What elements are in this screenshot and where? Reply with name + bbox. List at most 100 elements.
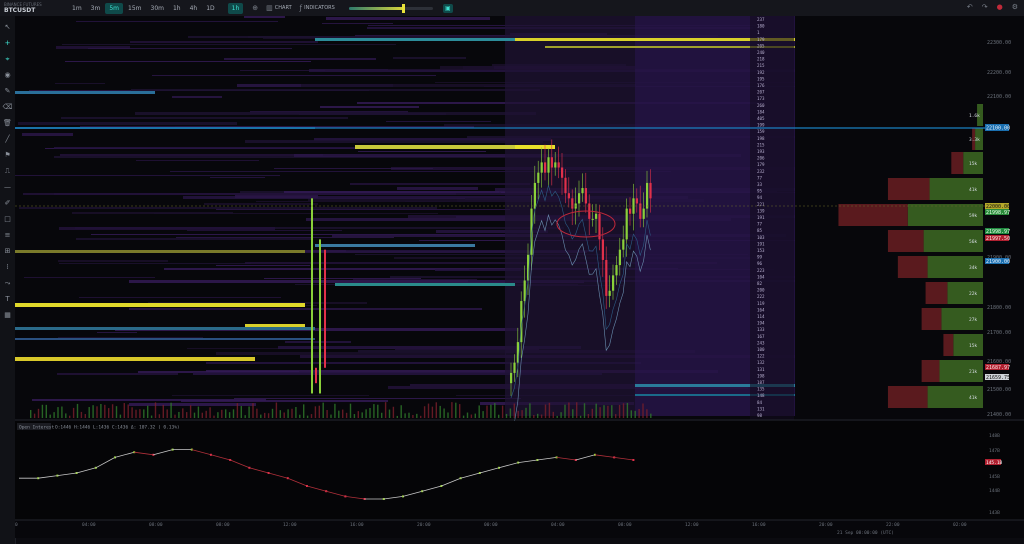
vertical-line-icon[interactable]: ⁞ xyxy=(2,262,13,273)
volume-bar xyxy=(622,403,625,418)
path-icon[interactable]: ⤳ xyxy=(2,278,13,289)
chart-canvas[interactable]: 1.6k 3.3k 15k 41k 59k 56k 34k 22k 27k 15k 21k 41k 2… xyxy=(15,16,1024,538)
book-label: 96 xyxy=(757,261,763,266)
volume-bar xyxy=(72,407,75,418)
record-icon[interactable]: ● xyxy=(997,3,1003,11)
timeframe-5m[interactable]: 5m xyxy=(105,2,124,14)
volume-bar xyxy=(349,403,352,418)
eraser-icon[interactable]: ⌫ xyxy=(2,102,13,113)
volume-bar xyxy=(65,413,67,418)
volume-bar xyxy=(123,403,125,418)
slider-fill xyxy=(348,6,404,10)
eye-icon[interactable]: ◉ xyxy=(2,70,13,81)
heatmap-band xyxy=(187,230,342,231)
crosshair-tool-icon[interactable]: + xyxy=(2,38,13,49)
volume-bar xyxy=(529,403,531,418)
volume-bar xyxy=(322,402,324,418)
vp-buy-bar xyxy=(947,282,983,304)
oi-tick: 145B xyxy=(989,474,1000,480)
candle-body xyxy=(554,162,557,168)
heatmap-band xyxy=(58,260,168,262)
vp-label: 34k xyxy=(969,265,977,271)
candle-body xyxy=(561,167,564,178)
liquidity-level xyxy=(15,338,315,340)
symbol-selector[interactable]: BINANCE FUTURES BTCUSDT xyxy=(0,2,68,14)
book-label: 205 xyxy=(757,43,765,48)
settings-icon[interactable]: ⚙ xyxy=(1012,3,1018,11)
candle-body xyxy=(622,239,625,250)
text-icon[interactable]: T xyxy=(2,294,13,305)
volume-bar xyxy=(41,404,44,418)
trash-icon[interactable]: 🗑 xyxy=(2,118,13,129)
rectangle-icon[interactable]: □ xyxy=(2,214,13,225)
ruler-icon[interactable]: ⎍ xyxy=(2,166,13,177)
time-tick: 08:00 xyxy=(149,522,163,528)
flag-icon[interactable]: ⚑ xyxy=(2,150,13,161)
fib-icon[interactable]: ≡ xyxy=(2,230,13,241)
timeframe-1m[interactable]: 1m xyxy=(68,3,86,14)
volume-bar xyxy=(435,402,437,418)
volume-bar xyxy=(525,407,527,418)
heatmap-band xyxy=(130,41,318,43)
volume-bar xyxy=(416,413,418,418)
indicators-button[interactable]: ƒ INDICATORS xyxy=(300,4,335,12)
candle-body xyxy=(550,157,553,168)
crosshair-button[interactable]: ⊕ xyxy=(252,4,258,12)
volume-bar xyxy=(447,412,449,418)
timeframe-1D[interactable]: 1D xyxy=(202,3,218,14)
horizontal-line-icon[interactable]: — xyxy=(2,182,13,193)
volume-bar xyxy=(595,403,597,418)
brush-icon[interactable]: ✎ xyxy=(2,86,13,97)
candle-body xyxy=(649,182,652,199)
book-label: 85 xyxy=(757,228,763,233)
heatmap-intensity-slider[interactable] xyxy=(348,3,433,13)
chart-area[interactable]: 1.6k 3.3k 15k 41k 59k 56k 34k 22k 27k 15k 21k 41k 2… xyxy=(15,16,1024,538)
timeframe-30m[interactable]: 30m xyxy=(147,3,168,14)
volume-bar xyxy=(201,412,203,418)
grid-icon[interactable]: ⊞ xyxy=(2,246,13,257)
volume-bar xyxy=(482,411,484,418)
book-label: 243 xyxy=(757,340,765,345)
chart-label: CHART xyxy=(274,5,292,11)
oi-tick: 144B xyxy=(989,488,1000,494)
volume-bar xyxy=(501,405,504,418)
price-tick: 22200.00 xyxy=(987,70,1011,76)
magnet-icon[interactable]: ⌖ xyxy=(2,54,13,65)
volume-bar xyxy=(45,404,47,418)
book-label: 176 xyxy=(757,83,765,88)
table-icon[interactable]: ▦ xyxy=(2,310,13,321)
oi-tick: 148B xyxy=(989,433,1000,439)
book-label: 103 xyxy=(757,235,765,240)
slider-knob[interactable] xyxy=(402,3,406,13)
interval-badge[interactable]: 1h xyxy=(227,2,244,14)
timeframe-15m[interactable]: 15m xyxy=(124,3,145,14)
heatmap-band xyxy=(135,112,536,115)
vp-sell-bar xyxy=(943,334,954,356)
timeframe-1h[interactable]: 1h xyxy=(169,3,185,14)
snapshot-button[interactable]: ▣ xyxy=(442,3,453,13)
volume-bar xyxy=(186,412,188,418)
book-label: 232 xyxy=(757,169,765,174)
candle-body xyxy=(635,198,638,204)
book-label: 33 xyxy=(757,182,763,187)
book-label: 187 xyxy=(757,380,765,385)
chart-button[interactable]: ▥ CHART xyxy=(266,4,291,12)
timeframe-3m[interactable]: 3m xyxy=(87,3,105,14)
undo-icon[interactable]: ↶ xyxy=(967,3,973,11)
volume-bar xyxy=(466,412,469,418)
volume-bar xyxy=(275,402,278,418)
price-tag-white-text: 21659.75 xyxy=(986,375,1010,381)
volume-bar xyxy=(342,409,344,418)
volume-bar xyxy=(611,405,613,418)
timeframe-4h[interactable]: 4h xyxy=(186,3,202,14)
heatmap-band xyxy=(264,278,421,279)
book-label: 77 xyxy=(757,175,763,180)
book-label: 223 xyxy=(757,268,765,273)
volume-bar xyxy=(392,406,395,418)
pen-icon[interactable]: ✐ xyxy=(2,198,13,209)
redo-icon[interactable]: ↷ xyxy=(982,3,988,11)
volume-bar xyxy=(455,402,457,418)
trend-line-icon[interactable]: ╱ xyxy=(2,134,13,145)
symbol-name: BTCUSDT xyxy=(4,7,36,14)
cursor-icon[interactable]: ↖ xyxy=(2,22,13,33)
